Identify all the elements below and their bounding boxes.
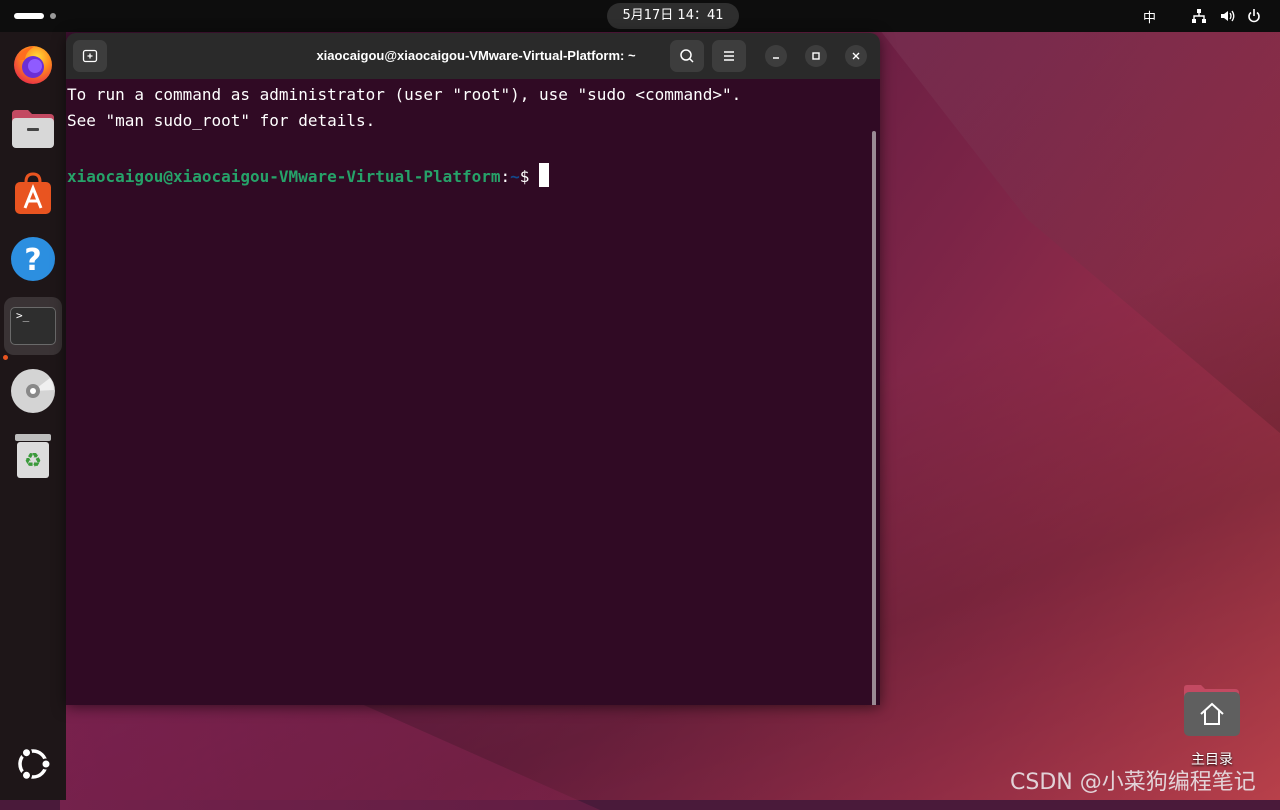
- dock-item-app-center[interactable]: [4, 165, 62, 223]
- activities-button[interactable]: [14, 11, 62, 21]
- volume-icon[interactable]: [1219, 8, 1235, 24]
- close-icon: [852, 52, 860, 60]
- dock: ? >_ ♻: [0, 32, 66, 800]
- clock[interactable]: 5月17日 14：41: [607, 3, 739, 29]
- minimize-icon: [773, 57, 779, 59]
- terminal-headerbar[interactable]: xiaocaigou@xiaocaigou-VMware-Virtual-Pla…: [66, 33, 880, 79]
- dock-item-trash[interactable]: ♻: [4, 427, 62, 485]
- workspace-indicator-active: [14, 13, 44, 19]
- text-cursor: [539, 163, 550, 187]
- terminal-window: xiaocaigou@xiaocaigou-VMware-Virtual-Pla…: [66, 33, 880, 705]
- top-bar: 5月17日 14：41 中: [0, 0, 1280, 32]
- terminal-output[interactable]: To run a command as administrator (user …: [66, 79, 880, 705]
- maximize-icon: [812, 52, 820, 60]
- workspace-indicator: [50, 13, 56, 19]
- show-apps-button[interactable]: [4, 735, 62, 793]
- new-tab-button[interactable]: [73, 40, 107, 72]
- dock-item-dvd[interactable]: [4, 362, 62, 420]
- app-center-icon: [15, 172, 51, 214]
- dvd-icon: [11, 369, 55, 413]
- ubuntu-logo-icon: [18, 747, 52, 781]
- svg-text:?: ?: [24, 243, 41, 278]
- new-tab-icon: [82, 49, 98, 63]
- terminal-icon-glyph: >_: [16, 309, 30, 322]
- output-line: See "man sudo_root" for details.: [67, 111, 376, 130]
- recycle-icon: ♻: [17, 442, 49, 478]
- close-button[interactable]: [845, 45, 867, 67]
- terminal-icon: >_: [10, 307, 56, 345]
- files-icon: [12, 110, 54, 148]
- input-method-indicator[interactable]: 中: [1143, 7, 1156, 26]
- dock-item-files[interactable]: [4, 100, 62, 158]
- help-icon: ?: [11, 237, 55, 281]
- search-icon: [680, 49, 694, 63]
- running-indicator: [3, 355, 8, 360]
- home-folder-icon: [1184, 685, 1240, 736]
- prompt-colon: :: [500, 167, 511, 186]
- maximize-button[interactable]: [805, 45, 827, 67]
- window-title: xiaocaigou@xiaocaigou-VMware-Virtual-Pla…: [316, 48, 636, 63]
- dock-item-firefox[interactable]: [4, 35, 62, 93]
- search-button[interactable]: [670, 40, 704, 72]
- desktop-home-folder[interactable]: [1182, 684, 1242, 740]
- dock-item-help[interactable]: ?: [4, 230, 62, 288]
- scrollbar[interactable]: [872, 131, 876, 705]
- hamburger-menu-icon: [724, 51, 734, 61]
- prompt-line: xiaocaigou@xiaocaigou-VMware-Virtual-Pla…: [67, 163, 550, 187]
- output-line: To run a command as administrator (user …: [67, 85, 742, 104]
- power-icon[interactable]: [1246, 8, 1262, 24]
- minimize-button[interactable]: [765, 45, 787, 67]
- watermark: CSDN @小菜狗编程笔记: [1010, 770, 1256, 795]
- dock-item-terminal[interactable]: >_: [4, 297, 62, 355]
- prompt-symbol: $: [519, 167, 540, 186]
- trash-icon: ♻: [15, 434, 51, 478]
- prompt-path: ~: [510, 167, 520, 186]
- firefox-icon: [14, 46, 52, 84]
- prompt-user-host: xiaocaigou@xiaocaigou-VMware-Virtual-Pla…: [67, 167, 501, 186]
- menu-button[interactable]: [712, 40, 746, 72]
- network-icon[interactable]: [1191, 8, 1207, 24]
